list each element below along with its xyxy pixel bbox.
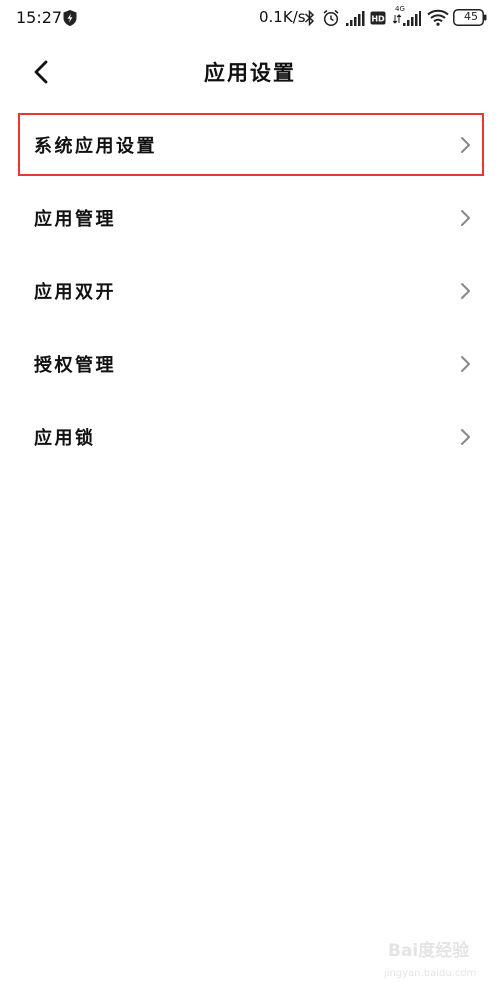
network-speed: 0.1K/s <box>259 8 306 26</box>
menu-item-label: 应用双开 <box>34 282 116 303</box>
svg-text:HD: HD <box>371 15 385 24</box>
watermark-url: jingyan.baidu.com <box>384 968 477 979</box>
menu-item-dual-apps[interactable]: 应用双开 <box>0 253 500 326</box>
chevron-right-icon <box>461 429 470 445</box>
page-title: 应用设置 <box>204 61 296 85</box>
battery-level: 45 <box>464 10 478 23</box>
alarm-icon <box>323 9 339 27</box>
menu-item-label: 应用管理 <box>34 209 116 230</box>
menu-item-permissions[interactable]: 授权管理 <box>0 326 500 399</box>
menu-item-system-app-settings[interactable]: 系统应用设置 <box>0 107 500 180</box>
chevron-right-icon <box>461 137 470 153</box>
menu-item-label: 授权管理 <box>34 355 116 376</box>
menu-list: 系统应用设置 应用管理 应用双开 授权管理 应用锁 <box>0 107 500 472</box>
bluetooth-icon <box>304 9 315 27</box>
chevron-right-icon <box>461 356 470 372</box>
wifi-icon <box>427 9 449 26</box>
signal-4g-icon <box>393 11 421 26</box>
hd-icon: HD <box>370 11 386 25</box>
status-bar: 15:27 0.1K/s HD 4G 45 <box>0 0 500 36</box>
menu-item-app-lock[interactable]: 应用锁 <box>0 399 500 472</box>
status-time: 15:27 <box>16 8 63 27</box>
menu-item-label: 应用锁 <box>34 428 96 449</box>
menu-item-app-management[interactable]: 应用管理 <box>0 180 500 253</box>
watermark: Bai度经验 jingyan.baidu.com <box>382 934 492 984</box>
signal-strength-icon <box>346 11 365 26</box>
chevron-right-icon <box>461 210 470 226</box>
header: 应用设置 <box>0 50 500 94</box>
shield-icon <box>63 10 77 26</box>
watermark-logo: Bai度经验 <box>388 941 470 961</box>
menu-item-label: 系统应用设置 <box>34 136 157 157</box>
chevron-right-icon <box>461 283 470 299</box>
